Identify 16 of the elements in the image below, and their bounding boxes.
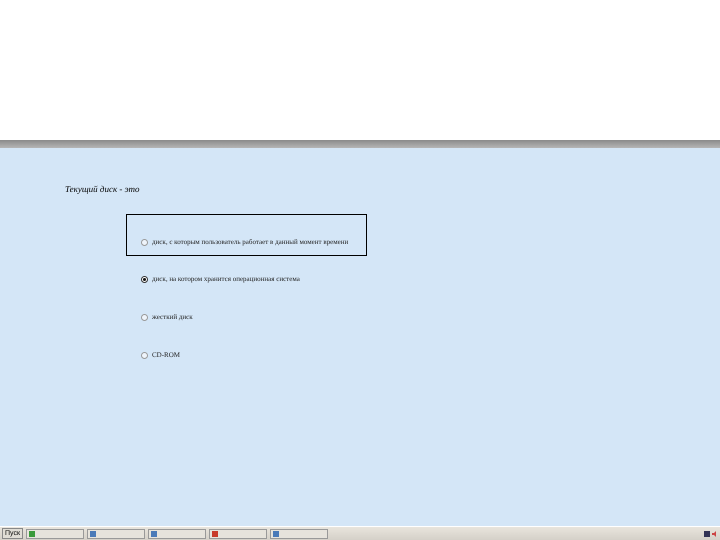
window-icon: [273, 530, 280, 536]
taskbar-button[interactable]: [26, 528, 84, 538]
question-text: Текущий диск - это: [65, 184, 140, 194]
window-icon: [90, 530, 96, 536]
radio-button[interactable]: [141, 238, 148, 246]
radio-button[interactable]: [141, 276, 148, 282]
window-icon: [151, 530, 158, 536]
window-icon: [29, 530, 36, 536]
radio-button[interactable]: [141, 352, 148, 358]
taskbar-button[interactable]: [270, 528, 328, 538]
speaker-icon: [712, 530, 718, 536]
taskbar-button[interactable]: [209, 528, 268, 538]
window-icon: [212, 530, 218, 536]
radio-button[interactable]: [141, 314, 148, 320]
taskbar-button[interactable]: [148, 528, 206, 538]
taskbar-button[interactable]: [87, 528, 146, 538]
